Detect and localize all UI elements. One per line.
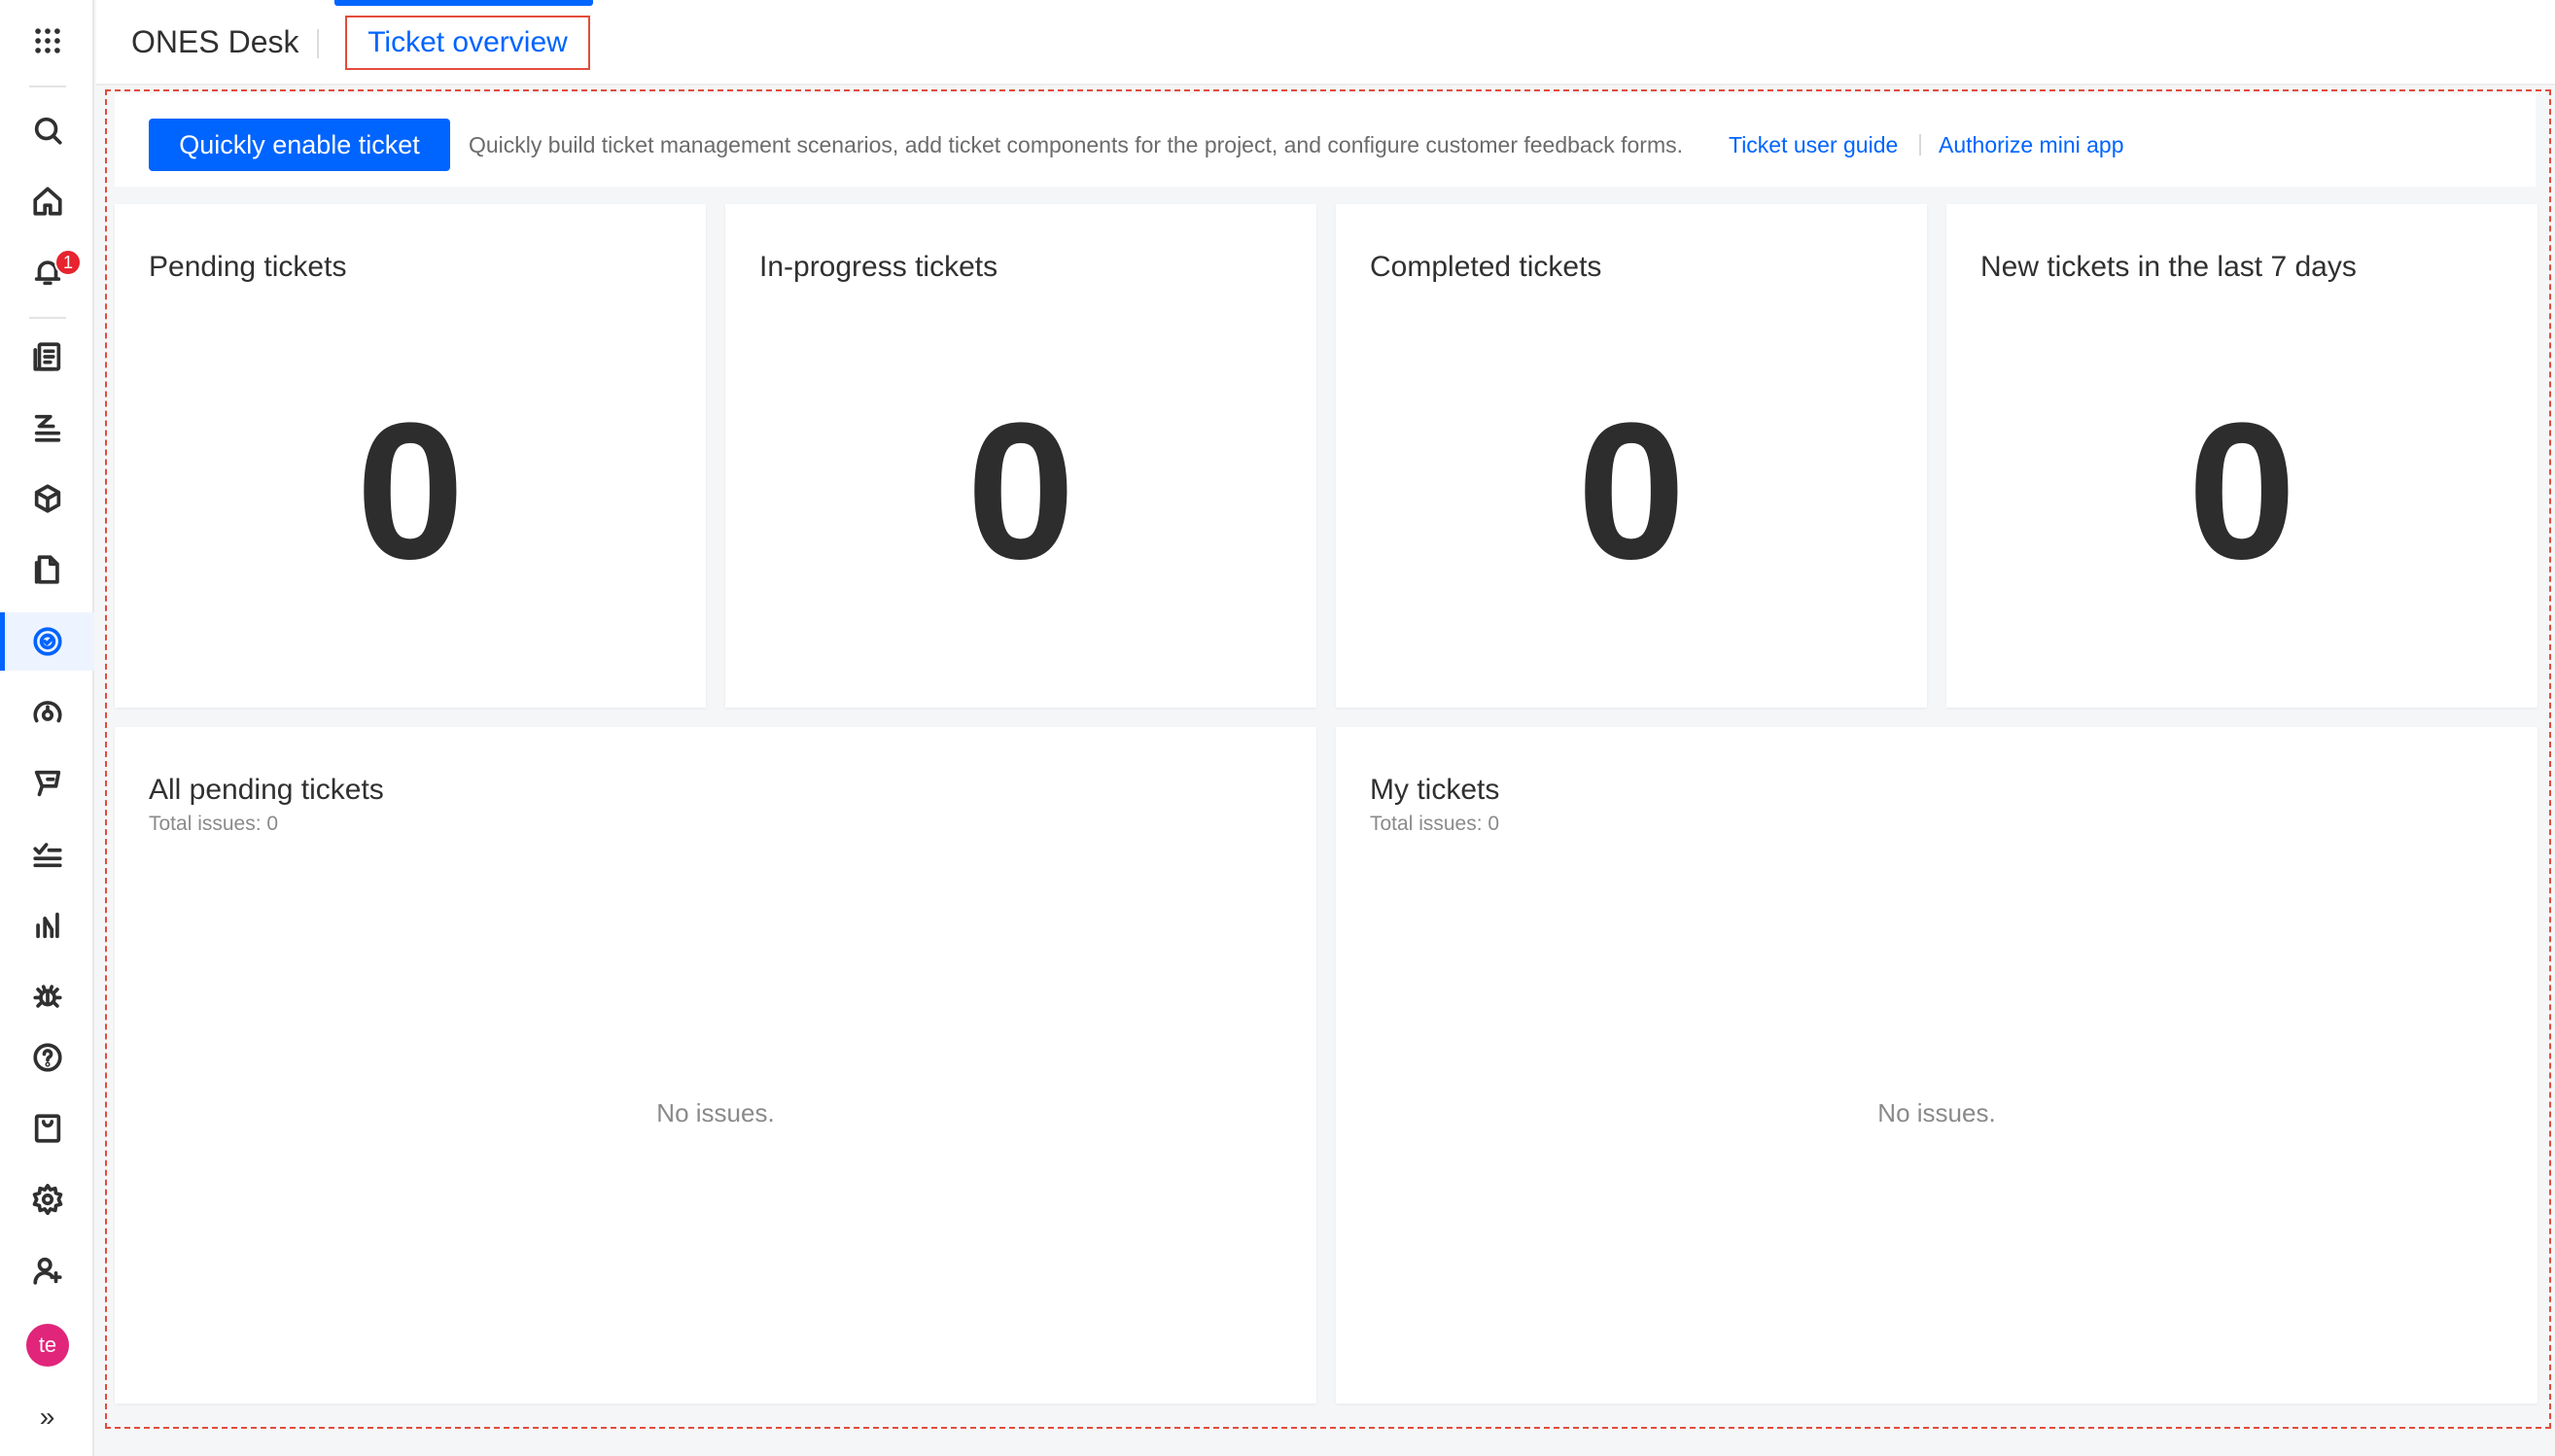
my-tickets-card: My tickets Total issues: 0 No issues. [1336, 727, 2538, 1404]
task-list-icon [34, 414, 60, 442]
desk-icon [32, 627, 62, 656]
sidebar-item-defects[interactable] [0, 967, 94, 1025]
sidebar-item-analytics[interactable] [0, 896, 94, 954]
authorize-mini-app-link[interactable]: Authorize mini app [1939, 132, 2124, 158]
sidebar-item-notifications[interactable]: 1 [0, 243, 94, 301]
home-icon [32, 187, 62, 216]
settings-icon [32, 1183, 62, 1216]
sidebar-item-invite[interactable] [0, 1241, 94, 1300]
stat-title: In-progress tickets [759, 251, 998, 283]
stat-card-pending: Pending tickets 0 [115, 204, 706, 708]
sidebar-item-help[interactable] [0, 1028, 94, 1087]
stat-title: Pending tickets [149, 251, 347, 283]
stat-value: 0 [2188, 383, 2296, 600]
performance-icon [32, 701, 62, 723]
pipeline-icon [34, 770, 60, 797]
stat-card-in-progress: In-progress tickets 0 [725, 204, 1316, 708]
banner-description: Quickly build ticket management scenario… [469, 132, 1684, 157]
sidebar-item-testing[interactable] [0, 825, 94, 884]
sidebar-item-settings[interactable] [0, 1170, 94, 1229]
sidebar-item-products[interactable] [0, 469, 94, 528]
notification-badge: 1 [54, 249, 82, 276]
stat-value: 0 [356, 383, 465, 600]
empty-state-text: No issues. [656, 1098, 775, 1127]
stat-value: 0 [1577, 383, 1686, 600]
project-icon [32, 342, 60, 371]
total-issues-count: Total issues: 0 [149, 813, 279, 835]
apps-grid-icon [34, 28, 60, 53]
quickly-enable-ticket-button[interactable]: Quickly enable ticket [149, 119, 450, 171]
sidebar: 1 te » [0, 0, 94, 1456]
link-separator [1919, 134, 1921, 156]
double-chevron-right-icon: » [39, 1402, 55, 1432]
stat-card-completed: Completed tickets 0 [1336, 204, 1927, 708]
checklist-icon [32, 843, 62, 868]
avatar[interactable]: te [26, 1324, 69, 1367]
expand-sidebar-button[interactable]: » [0, 1388, 94, 1446]
help-icon [32, 1043, 62, 1072]
sidebar-item-wiki[interactable] [0, 540, 94, 599]
sidebar-item-performance[interactable] [0, 683, 94, 742]
sidebar-item-market[interactable] [0, 1099, 94, 1158]
card-title: My tickets [1370, 774, 1500, 806]
sidebar-item-desk[interactable] [0, 612, 94, 671]
tab-ticket-overview[interactable]: Ticket overview [345, 16, 590, 70]
analytics-icon [35, 912, 59, 939]
stat-card-new-7-days: New tickets in the last 7 days 0 [1946, 204, 2538, 708]
sidebar-divider [29, 86, 66, 87]
package-icon [34, 484, 60, 513]
sidebar-item-project[interactable] [0, 328, 94, 386]
search-icon [34, 117, 62, 145]
stat-title: New tickets in the last 7 days [1980, 251, 2357, 283]
add-user-icon [32, 1257, 62, 1285]
active-tab-indicator [334, 0, 593, 6]
sidebar-item-home[interactable] [0, 172, 94, 230]
all-pending-tickets-card: All pending tickets Total issues: 0 No i… [115, 727, 1316, 1404]
search-button[interactable] [0, 101, 94, 159]
market-icon [34, 1114, 60, 1143]
empty-state-text: No issues. [1877, 1098, 1996, 1127]
top-header: ONES Desk Ticket overview [96, 0, 2555, 86]
document-icon [34, 555, 59, 584]
card-title: All pending tickets [149, 774, 384, 806]
app-title[interactable]: ONES Desk [131, 24, 298, 60]
stat-title: Completed tickets [1370, 251, 1602, 283]
apps-grid-button[interactable] [0, 12, 94, 70]
sidebar-item-pipeline[interactable] [0, 754, 94, 813]
total-issues-count: Total issues: 0 [1370, 813, 1500, 835]
stat-value: 0 [966, 383, 1075, 600]
quick-enable-banner: Quickly enable ticket Quickly build tick… [115, 93, 2536, 187]
header-divider [317, 29, 319, 58]
sidebar-item-tasks[interactable] [0, 399, 94, 457]
bug-icon [32, 985, 62, 1008]
sidebar-divider [29, 317, 66, 319]
ticket-user-guide-link[interactable]: Ticket user guide [1729, 132, 1898, 158]
